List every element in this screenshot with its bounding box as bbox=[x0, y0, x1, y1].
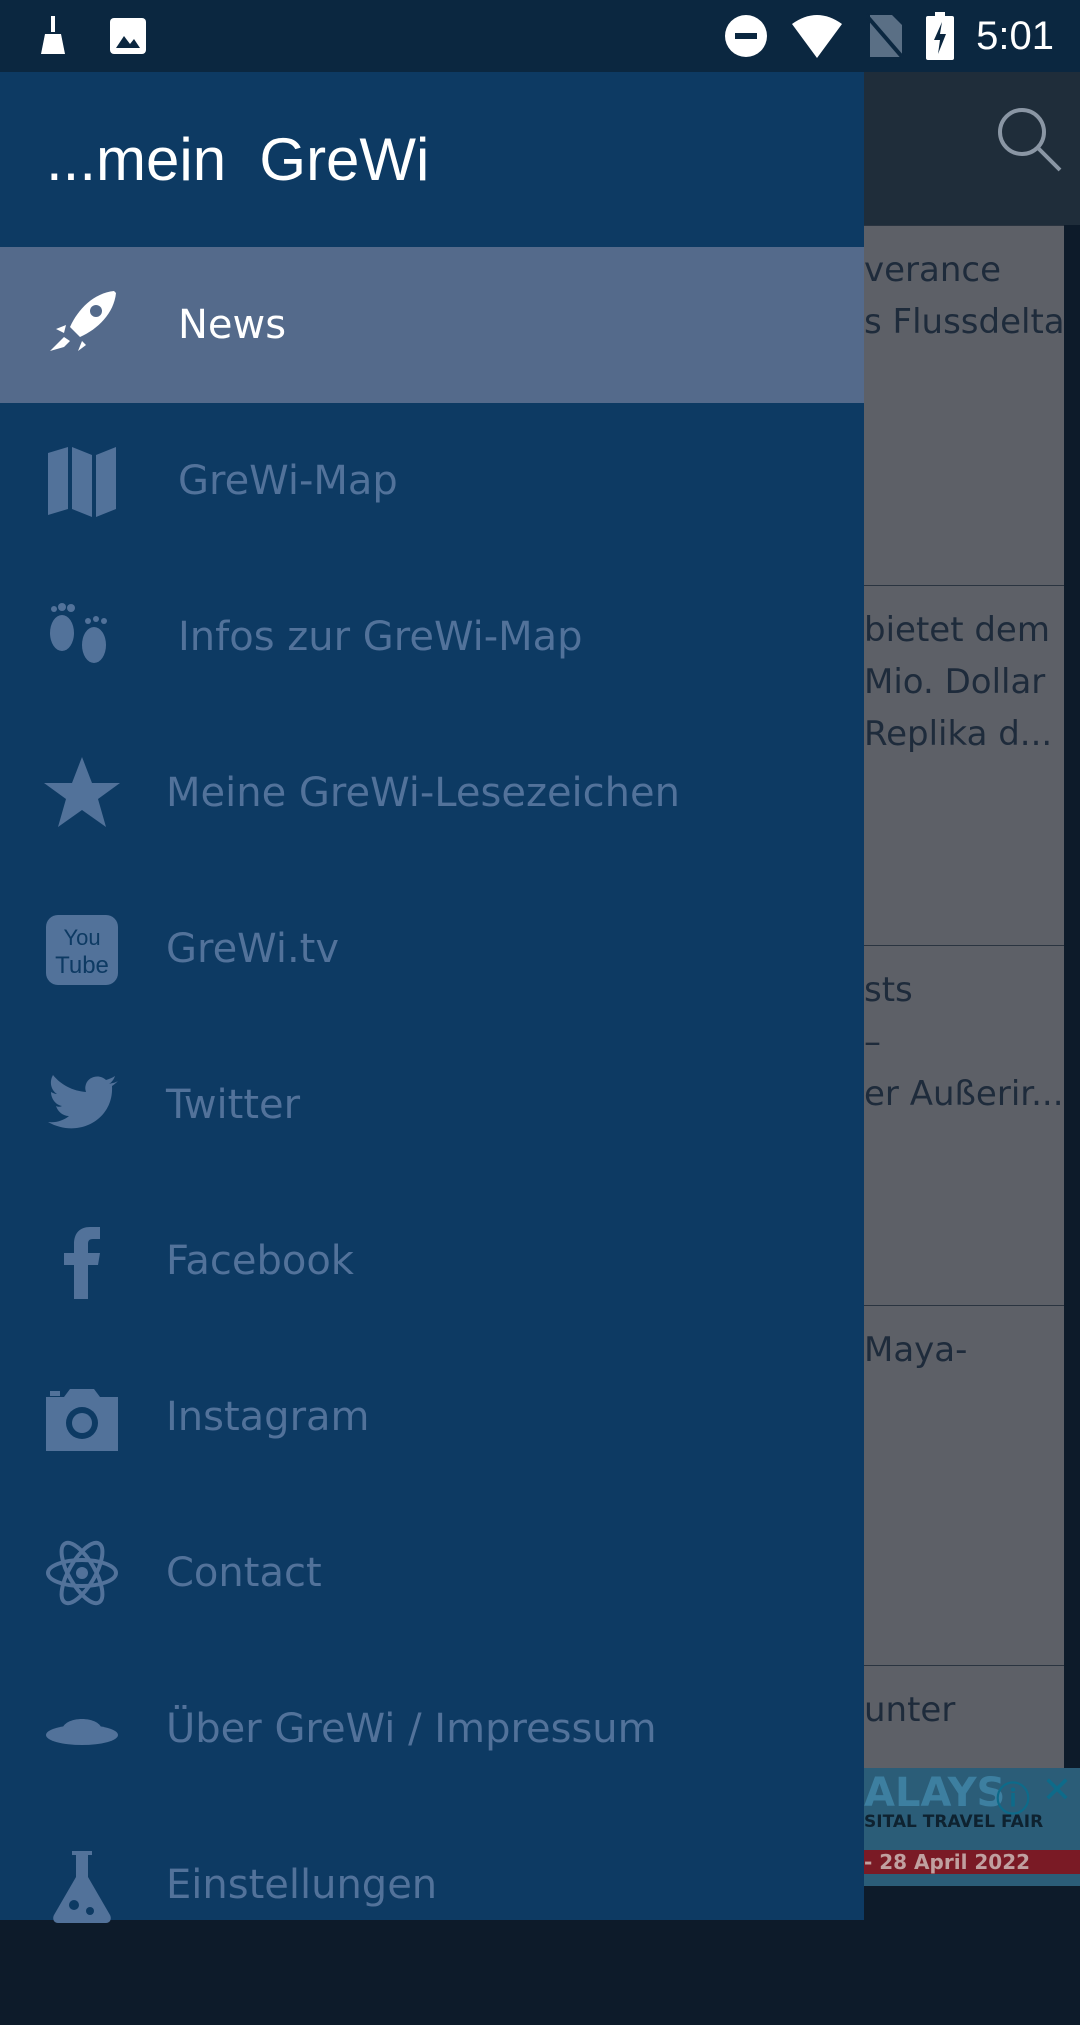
drawer-item-einstellungen[interactable]: Einstellungen bbox=[0, 1807, 864, 1963]
star-icon bbox=[44, 755, 120, 831]
drawer-item-label: Einstellungen bbox=[166, 1862, 438, 1908]
svg-text:Tube: Tube bbox=[55, 952, 109, 979]
facebook-icon bbox=[44, 1223, 120, 1299]
drawer-item-label: GreWi-Map bbox=[178, 458, 398, 504]
drawer-item-infos-zur-grewi-map[interactable]: Infos zur GreWi-Map bbox=[0, 559, 864, 715]
map-icon bbox=[44, 443, 120, 519]
ad-text: SITAL TRAVEL FAIR bbox=[864, 1812, 1044, 1832]
drawer-item-label: Über GreWi / Impressum bbox=[166, 1706, 657, 1752]
drawer-item-label: GreWi.tv bbox=[166, 926, 340, 972]
drawer-item-meine-grewi-lesezeichen[interactable]: Meine GreWi-Lesezeichen bbox=[0, 715, 864, 871]
drawer-item-label: Instagram bbox=[166, 1394, 370, 1440]
drawer-item-news[interactable]: News bbox=[0, 247, 864, 403]
drawer-item-label: Infos zur GreWi-Map bbox=[178, 614, 583, 660]
ad-close-icon[interactable]: ✕ bbox=[1042, 1770, 1072, 1811]
camera-icon bbox=[44, 1379, 120, 1455]
image-icon bbox=[110, 18, 146, 54]
ad-info-icon[interactable]: ⓘ bbox=[996, 1772, 1030, 1821]
app-toolbar bbox=[864, 72, 1080, 225]
drawer-item-label: Twitter bbox=[166, 1082, 301, 1128]
drawer-item-label: Contact bbox=[166, 1550, 322, 1596]
broom-icon bbox=[41, 16, 65, 54]
drawer-item-label: Facebook bbox=[166, 1238, 354, 1284]
news-card[interactable]: verance s Flussdelta bbox=[864, 225, 1064, 585]
search-icon[interactable] bbox=[994, 104, 1064, 174]
drawer-item-grewi-tv[interactable]: You Tube GreWi.tv bbox=[0, 871, 864, 1027]
drawer-item-über-grewi-impressum[interactable]: Über GreWi / Impressum bbox=[0, 1651, 864, 1807]
footprints-icon bbox=[44, 599, 120, 675]
svg-text:You: You bbox=[63, 925, 100, 950]
flask-icon bbox=[44, 1847, 120, 1923]
drawer-item-instagram[interactable]: Instagram bbox=[0, 1339, 864, 1495]
no-sim-icon bbox=[866, 13, 905, 59]
youtube-icon: You Tube bbox=[44, 911, 120, 987]
news-card[interactable]: Maya- bbox=[864, 1305, 1064, 1665]
dnd-icon bbox=[725, 15, 768, 57]
atom-icon bbox=[44, 1535, 120, 1611]
twitter-icon bbox=[44, 1067, 120, 1143]
drawer-item-grewi-map[interactable]: GreWi-Map bbox=[0, 403, 864, 559]
news-card[interactable]: sts – er Außerir... bbox=[864, 945, 1064, 1305]
drawer-item-contact[interactable]: Contact bbox=[0, 1495, 864, 1651]
battery-charging-icon bbox=[926, 12, 955, 60]
wifi-icon bbox=[792, 15, 843, 58]
ad-banner[interactable]: ALAYS SITAL TRAVEL FAIR - 28 April 2022 … bbox=[864, 1768, 1080, 1886]
navigation-drawer: ...mein GreWi News GreWi-Map Infos zur Gre… bbox=[0, 72, 864, 1923]
drawer-item-facebook[interactable]: Facebook bbox=[0, 1183, 864, 1339]
drawer-item-label: Meine GreWi-Lesezeichen bbox=[166, 770, 680, 816]
drawer-item-twitter[interactable]: Twitter bbox=[0, 1027, 864, 1183]
drawer-item-label: News bbox=[178, 302, 287, 348]
ad-text: - 28 April 2022 bbox=[864, 1850, 1080, 1874]
status-bar: 5:01 bbox=[0, 0, 1080, 72]
news-card[interactable]: bietet dem Mio. Dollar Replika d... bbox=[864, 585, 1064, 945]
drawer-title: ...mein GreWi bbox=[46, 126, 430, 193]
clock: 5:01 bbox=[976, 13, 1054, 58]
ufo-icon bbox=[44, 1691, 120, 1767]
news-list-background: verance s Flussdelta bietet dem Mio. Dol… bbox=[864, 72, 1080, 1920]
rocket-icon bbox=[44, 287, 120, 363]
